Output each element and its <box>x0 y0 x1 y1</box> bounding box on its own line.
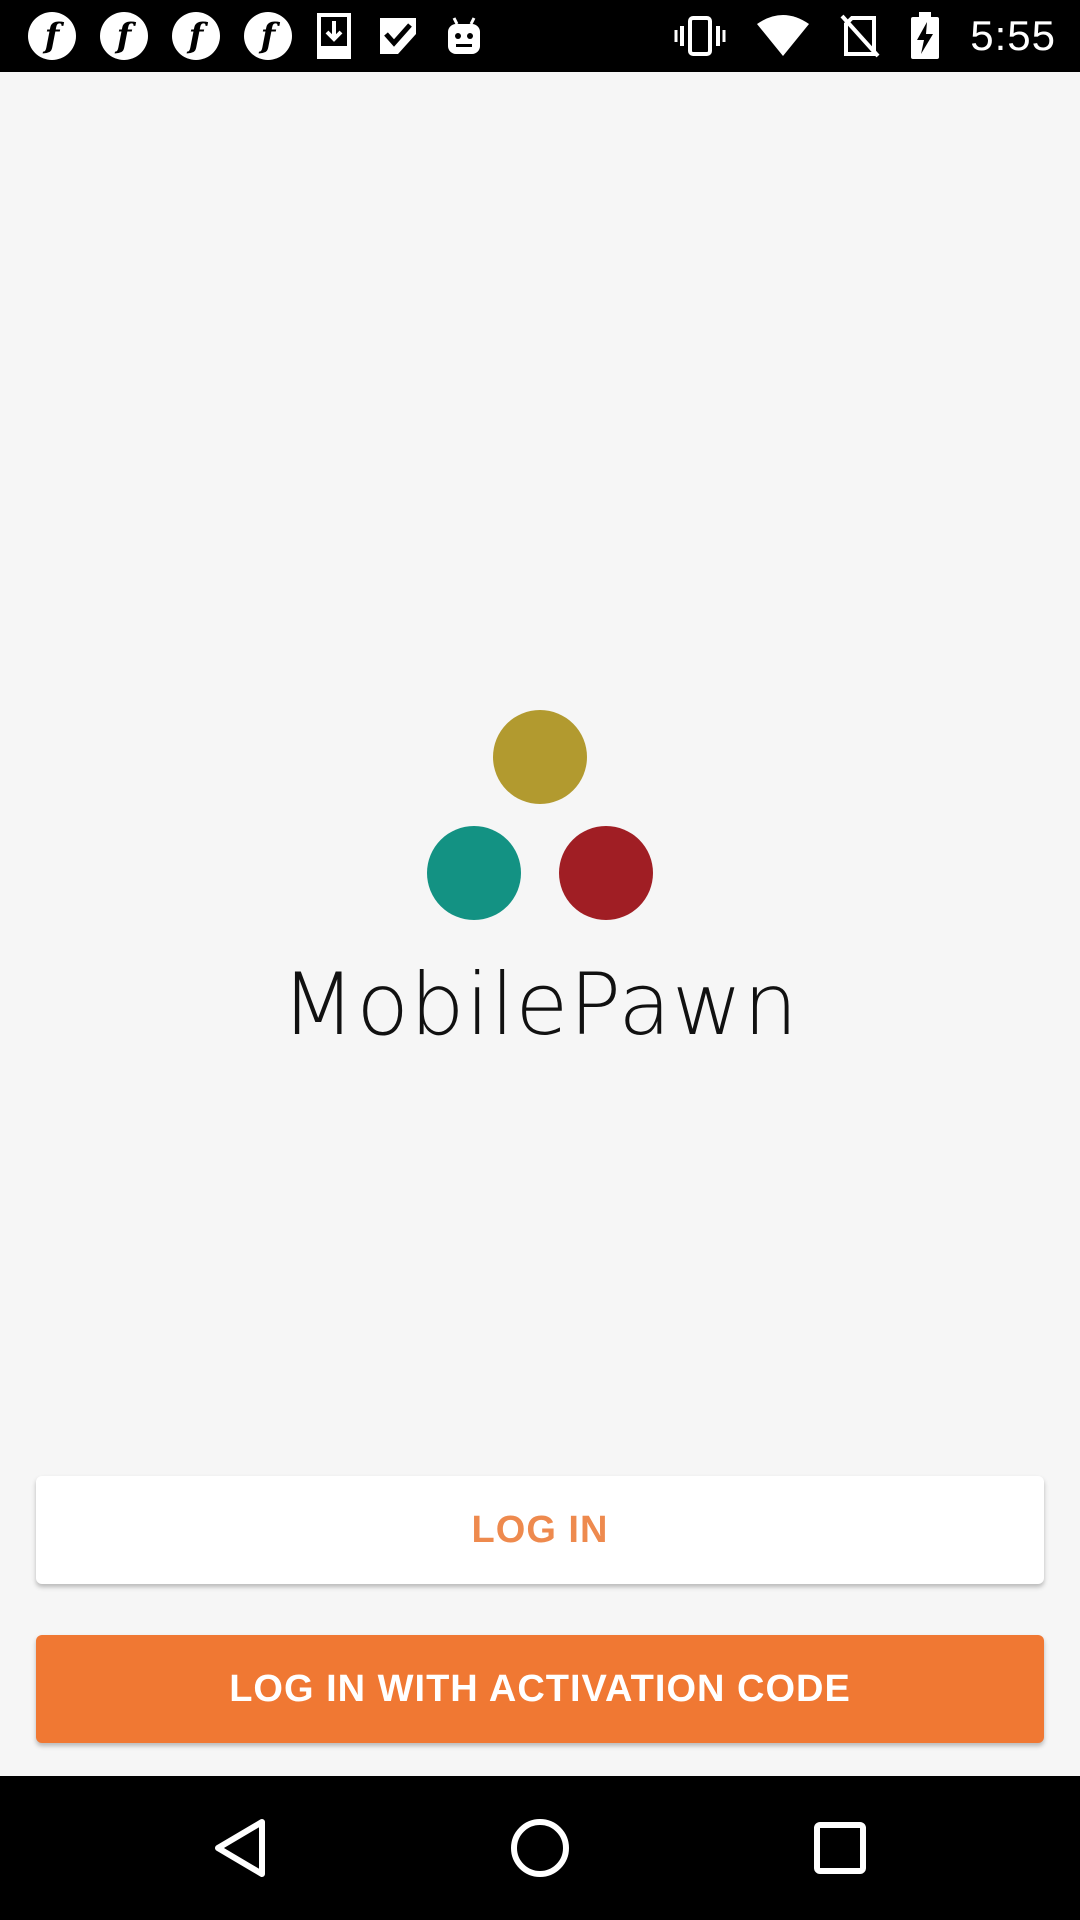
checkmark-icon <box>376 14 420 58</box>
vibrate-icon <box>674 14 726 58</box>
facebook-icon: f <box>172 12 220 60</box>
recents-icon[interactable] <box>760 1776 920 1920</box>
logo-red-dot <box>559 826 653 920</box>
wifi-icon <box>756 14 810 58</box>
login-screen: f f f f 5:55 MobilePawn LOG IN LOG IN WI… <box>0 0 1080 1920</box>
logo-wordmark: MobilePawn <box>281 955 799 1055</box>
clock: 5:55 <box>970 12 1056 59</box>
logo-gold-dot <box>493 710 587 804</box>
notification-icons: f f f f <box>28 0 484 72</box>
facebook-icon: f <box>28 12 76 60</box>
status-bar: f f f f 5:55 <box>0 0 1080 72</box>
logo-teal-dot <box>427 826 521 920</box>
battery-charging-icon <box>910 12 940 60</box>
log-in-button[interactable]: LOG IN <box>36 1476 1044 1584</box>
app-logo: MobilePawn <box>0 700 1080 1060</box>
log-in-with-activation-code-button[interactable]: LOG IN WITH ACTIVATION CODE <box>36 1635 1044 1743</box>
download-icon <box>316 12 352 60</box>
navigation-bar <box>0 1776 1080 1920</box>
back-icon[interactable] <box>160 1776 320 1920</box>
android-icon <box>444 14 484 58</box>
home-icon[interactable] <box>460 1776 620 1920</box>
no-sim-icon <box>840 14 880 58</box>
facebook-icon: f <box>244 12 292 60</box>
facebook-icon: f <box>100 12 148 60</box>
system-icons: 5:55 <box>674 0 1056 72</box>
